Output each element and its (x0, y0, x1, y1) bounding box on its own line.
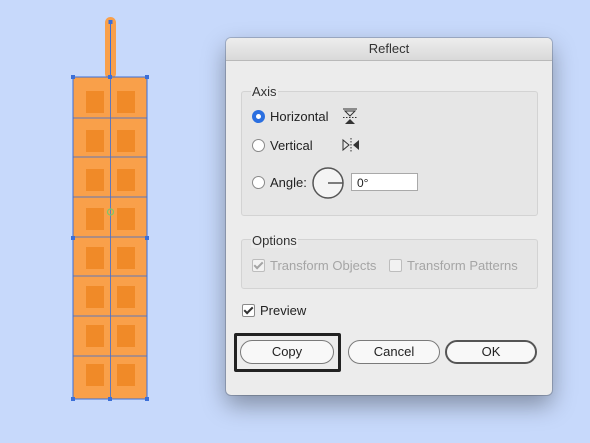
preview-checkbox[interactable] (242, 304, 255, 317)
selection-handle (71, 236, 75, 240)
artwork-tile (117, 364, 135, 386)
flip-vertical-icon (342, 138, 359, 152)
angle-input[interactable]: 0° (351, 173, 418, 191)
selection-handle (145, 75, 149, 79)
artwork-tile (86, 130, 104, 152)
transform-objects-checkbox (252, 259, 265, 272)
transform-patterns-row: Transform Patterns (389, 258, 518, 273)
transform-objects-row: Transform Objects (252, 258, 376, 273)
selection-handle (71, 75, 75, 79)
artwork-tile (86, 325, 104, 347)
selection-handle (108, 75, 112, 79)
ok-button[interactable]: OK (445, 340, 537, 364)
selected-artwork[interactable] (0, 0, 220, 443)
anchor-point (108, 20, 113, 24)
vertical-radio-row[interactable]: Vertical (252, 138, 313, 153)
artwork-tile (117, 208, 135, 230)
reflect-dialog: Reflect Axis Horizontal Vertical Angle: … (226, 38, 552, 395)
dialog-title: Reflect (226, 38, 552, 61)
angle-radio-row[interactable]: Angle: (252, 175, 307, 190)
artwork-tile (86, 364, 104, 386)
vertical-label[interactable]: Vertical (270, 138, 313, 153)
artwork-tile (117, 169, 135, 191)
preview-row[interactable]: Preview (242, 303, 306, 318)
horizontal-radio[interactable] (252, 110, 265, 123)
angle-label[interactable]: Angle: (270, 175, 307, 190)
selection-handle (108, 397, 112, 401)
artwork-tile (86, 286, 104, 308)
horizontal-radio-row[interactable]: Horizontal (252, 109, 329, 124)
transform-patterns-checkbox (389, 259, 402, 272)
selection-handle (145, 397, 149, 401)
artwork-tile (86, 169, 104, 191)
angle-radio[interactable] (252, 176, 265, 189)
artwork-tile (86, 91, 104, 113)
copy-button[interactable]: Copy (240, 340, 334, 364)
selection-handle (145, 236, 149, 240)
artwork-tile (117, 286, 135, 308)
cancel-button[interactable]: Cancel (348, 340, 440, 364)
selection-handle (71, 397, 75, 401)
angle-dial-icon[interactable] (311, 166, 345, 200)
artwork-tile (117, 91, 135, 113)
artwork-tile (86, 208, 104, 230)
artwork-tile (117, 130, 135, 152)
transform-objects-label: Transform Objects (270, 258, 377, 273)
transform-patterns-label: Transform Patterns (407, 258, 518, 273)
artwork-tile (117, 325, 135, 347)
preview-label[interactable]: Preview (260, 303, 306, 318)
vertical-radio[interactable] (252, 139, 265, 152)
axis-group-label: Axis (251, 84, 278, 99)
horizontal-label[interactable]: Horizontal (270, 109, 329, 124)
artwork-tile (86, 247, 104, 269)
artwork-tile (117, 247, 135, 269)
flip-horizontal-icon (343, 108, 357, 124)
options-group-label: Options (251, 233, 298, 248)
